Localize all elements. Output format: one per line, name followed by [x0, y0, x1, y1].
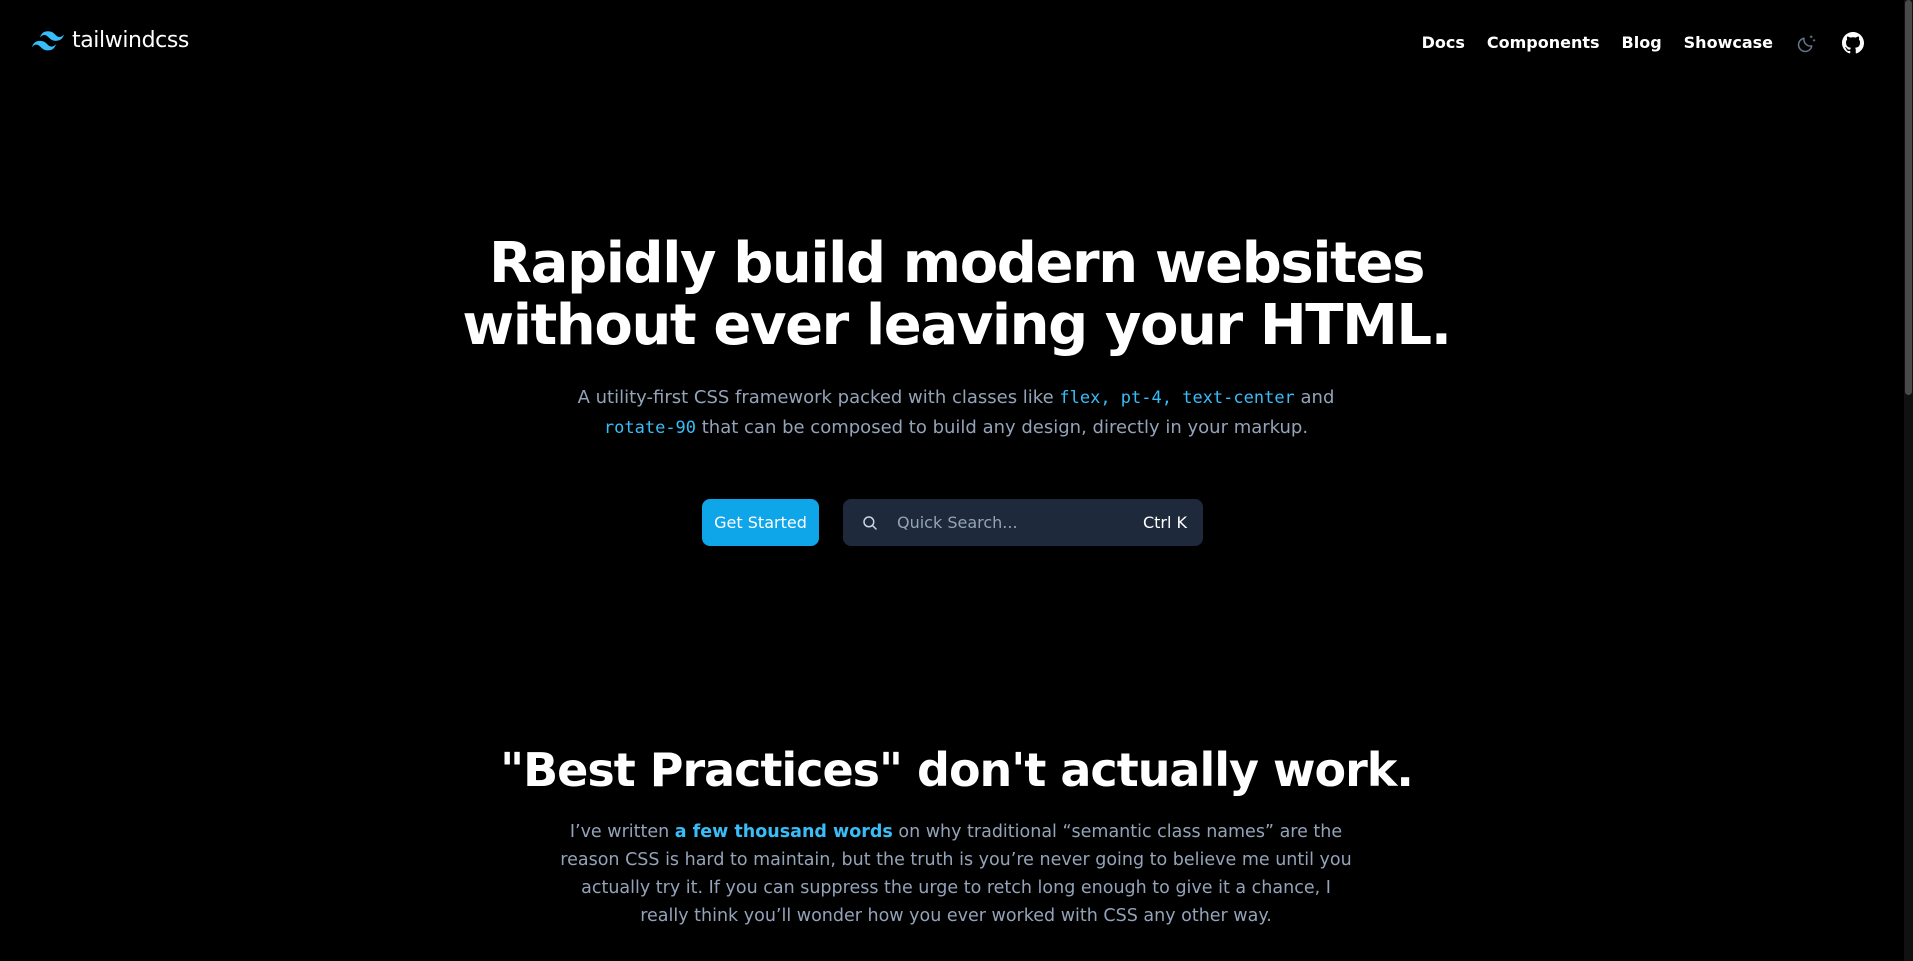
code-snippet-rotate: rotate-90: [603, 418, 697, 438]
site-header: tailwindcss Docs Components Blog Showcas…: [0, 0, 1913, 86]
page-scrollbar[interactable]: [1904, 0, 1913, 961]
tailwind-logo-icon: [32, 30, 64, 50]
page: tailwindcss Docs Components Blog Showcas…: [0, 0, 1913, 961]
search-icon: [863, 515, 877, 530]
hero-heading-line-1: Rapidly build modern websites: [488, 231, 1425, 296]
paragraph-text-1: I’ve written: [569, 822, 675, 842]
nav-link-blog[interactable]: Blog: [1622, 26, 1662, 60]
best-practices-heading: "Best Practices" don't actually work.: [500, 743, 1414, 797]
nav-link-showcase[interactable]: Showcase: [1684, 26, 1773, 60]
tailwindcss-logo-link[interactable]: tailwindcss: [32, 28, 189, 53]
best-practices-paragraph: I’ve written a few thousand words on why…: [556, 818, 1356, 930]
moon-icon: [1797, 35, 1816, 53]
code-snippet-utilities: flex, pt-4, text-center: [1059, 388, 1295, 408]
get-started-button[interactable]: Get Started: [702, 499, 819, 546]
quick-search-button[interactable]: Quick Search... Ctrl K: [843, 499, 1203, 546]
logo-text: tailwindcss: [72, 28, 189, 53]
few-thousand-words-link[interactable]: a few thousand words: [675, 822, 893, 842]
main-nav: Docs Components Blog Showcase: [1422, 26, 1865, 60]
theme-toggle-button[interactable]: [1795, 26, 1819, 60]
search-placeholder: Quick Search...: [897, 513, 1018, 532]
nav-link-docs[interactable]: Docs: [1422, 26, 1465, 60]
hero-sub-text-2: and: [1294, 387, 1335, 408]
hero-sub-text-3: that can be composed to build any design…: [696, 417, 1309, 438]
github-link[interactable]: [1841, 26, 1865, 60]
hero-sub-text-1: A utility-first CSS framework packed wit…: [577, 387, 1060, 408]
hero-subheading: A utility-first CSS framework packed wit…: [556, 383, 1356, 443]
hero-heading: Rapidly build modern websites without eve…: [0, 233, 1913, 357]
nav-link-components[interactable]: Components: [1487, 26, 1600, 60]
search-shortcut-hint: Ctrl K: [1142, 513, 1187, 532]
github-icon: [1842, 32, 1864, 54]
hero-heading-line-2: without ever leaving your HTML.: [462, 293, 1452, 358]
scrollbar-thumb[interactable]: [1905, 0, 1912, 395]
